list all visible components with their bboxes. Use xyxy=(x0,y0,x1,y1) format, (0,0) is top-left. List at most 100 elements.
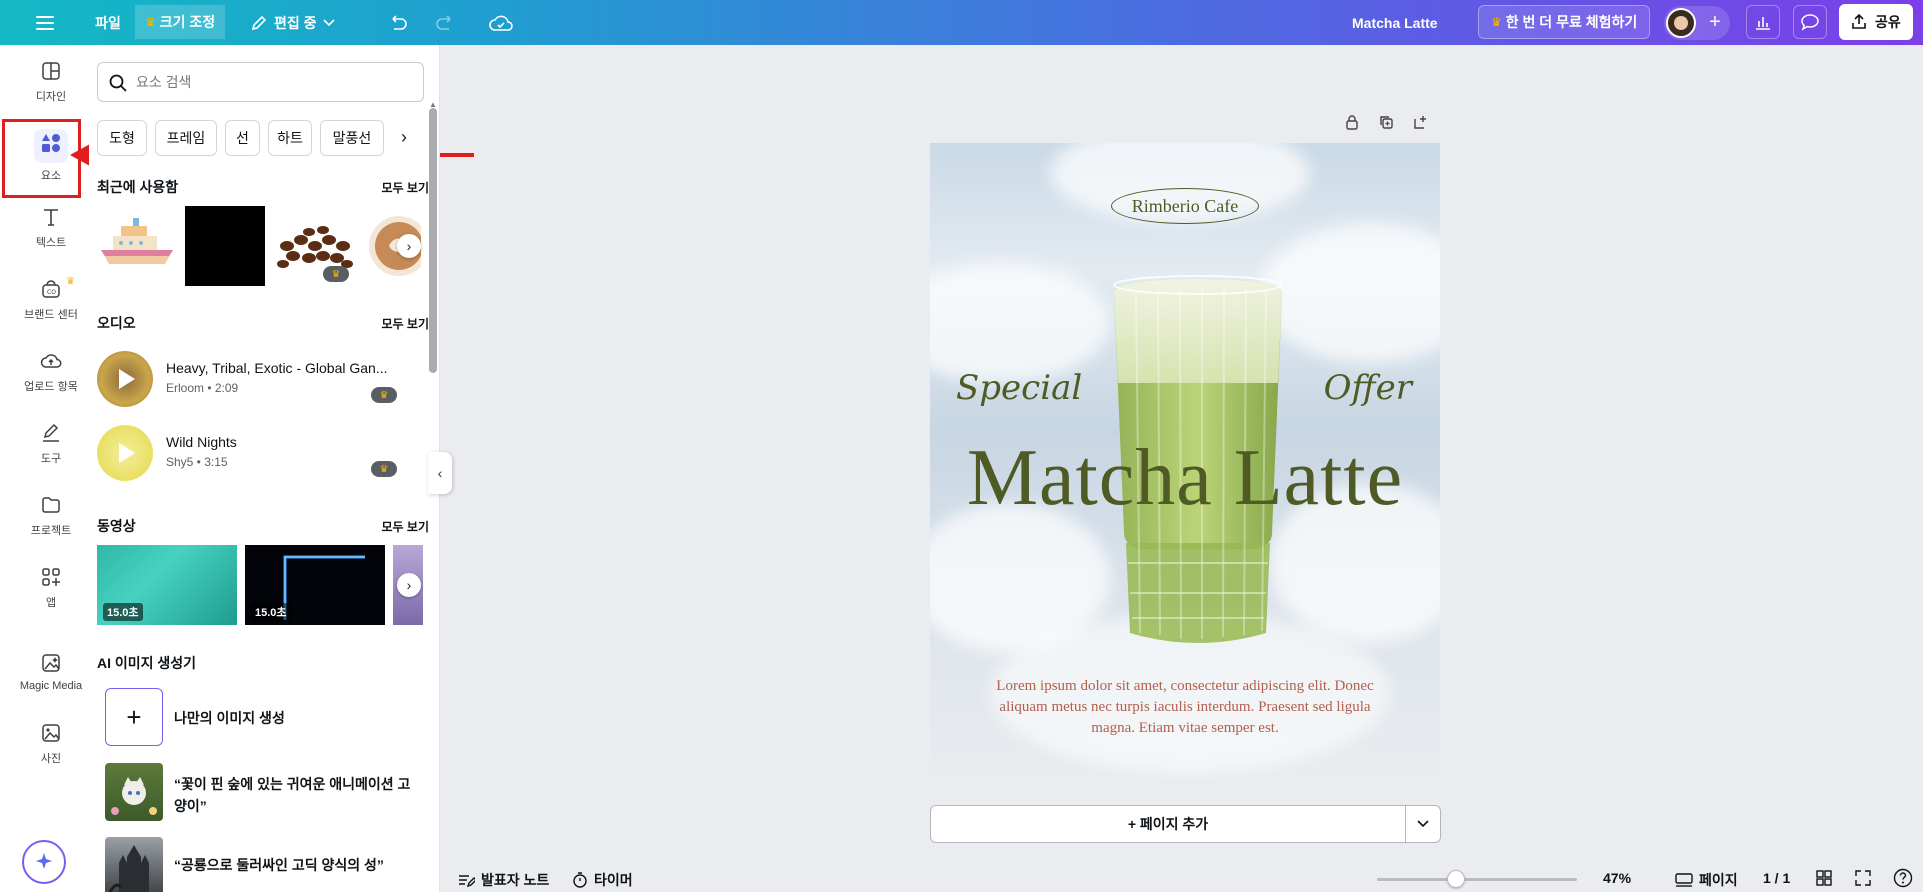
audio-track-meta: Erloom • 2:09 xyxy=(166,381,239,395)
zoom-slider-handle[interactable] xyxy=(1447,870,1465,888)
help-icon[interactable] xyxy=(1893,868,1913,888)
grid-view-icon[interactable] xyxy=(1816,870,1832,886)
collapse-panel-button[interactable]: ‹ xyxy=(428,452,452,494)
fullscreen-icon[interactable] xyxy=(1855,870,1871,886)
elements-panel: 요소 검색 도형 프레임 선 하트 말풍선 › 최근에 사용함 모두 보기 ♛ … xyxy=(89,45,440,892)
add-page-icon[interactable] xyxy=(1412,114,1428,130)
cafe-name[interactable]: Rimberio Cafe xyxy=(1111,188,1259,224)
zoom-slider-track[interactable] xyxy=(1377,878,1577,881)
rail-item-photos[interactable]: 사진 xyxy=(13,712,89,776)
share-button[interactable]: 공유 xyxy=(1839,4,1913,40)
rail-label: Magic Media xyxy=(19,680,83,692)
chip-frames[interactable]: 프레임 xyxy=(155,120,217,156)
avatar[interactable] xyxy=(1666,8,1696,38)
chip-lines[interactable]: 선 xyxy=(225,120,260,156)
recent-item-black-square[interactable] xyxy=(185,206,265,286)
add-page-button[interactable]: + 페이지 추가 xyxy=(931,806,1406,842)
recent-next-icon[interactable]: › xyxy=(397,234,421,258)
rail-item-magic-media[interactable]: Magic Media xyxy=(13,640,89,704)
cloud-saved-icon[interactable] xyxy=(486,0,516,45)
create-image-plus-icon[interactable]: + xyxy=(105,688,163,746)
panel-scrollbar[interactable] xyxy=(429,108,437,373)
editing-label: 편집 중 xyxy=(274,14,317,31)
menu-icon[interactable] xyxy=(28,0,62,45)
search-input[interactable]: 요소 검색 xyxy=(97,62,424,102)
annotation-arrow-head xyxy=(70,144,90,166)
presenter-notes-button[interactable]: 발표자 노트 xyxy=(457,870,549,890)
resize-button[interactable]: ♛ 크기 조정 xyxy=(135,5,226,39)
redo-icon[interactable] xyxy=(430,0,460,45)
recent-item-ship[interactable] xyxy=(97,206,177,286)
chip-hearts[interactable]: 하트 xyxy=(268,120,312,156)
rail-item-apps[interactable]: 앱 xyxy=(13,556,89,620)
video-item-water[interactable]: 15.0초 xyxy=(97,545,237,625)
file-menu[interactable]: 파일 xyxy=(86,0,130,45)
timer-button[interactable]: 타이머 xyxy=(572,870,633,890)
rail-label: 도구 xyxy=(40,453,62,465)
share-icon xyxy=(1852,14,1866,29)
rail-item-tools[interactable]: 도구 xyxy=(13,412,89,476)
rail-item-text[interactable]: 텍스트 xyxy=(13,196,89,260)
comment-icon[interactable] xyxy=(1793,5,1827,39)
lock-icon[interactable] xyxy=(1344,114,1360,130)
chip-shapes[interactable]: 도형 xyxy=(97,120,147,156)
page-count: 1 / 1 xyxy=(1763,870,1791,886)
document-title[interactable]: Matcha Latte xyxy=(1352,0,1438,45)
video-see-all[interactable]: 모두 보기 xyxy=(382,518,430,535)
free-trial-button[interactable]: ♛ 한 번 더 무료 체험하기 xyxy=(1478,5,1651,39)
editing-mode-dropdown[interactable]: 편집 중 xyxy=(250,0,335,45)
text-icon xyxy=(44,209,58,226)
pages-icon xyxy=(1675,873,1693,887)
rail-item-design[interactable]: 디자인 xyxy=(13,50,89,114)
undo-icon[interactable] xyxy=(383,0,413,45)
ai-sample-cat[interactable] xyxy=(105,763,163,821)
chip-speech-bubbles[interactable]: 말풍선 xyxy=(320,120,384,156)
add-page-dropdown[interactable] xyxy=(1406,806,1440,842)
sparkle-icon xyxy=(36,853,52,869)
magic-media-icon xyxy=(42,654,60,672)
zoom-level[interactable]: 47% xyxy=(1603,870,1631,886)
play-icon xyxy=(119,369,135,389)
premium-badge: ♛ xyxy=(371,461,397,477)
ai-prompt-cat[interactable]: “꽃이 핀 숲에 있는 귀여운 애니메이션 고양이” xyxy=(174,773,414,817)
audio-track-title[interactable]: Wild Nights xyxy=(166,434,406,450)
recent-see-all[interactable]: 모두 보기 xyxy=(382,179,430,196)
pages-button[interactable]: 페이지 xyxy=(1675,870,1738,890)
notes-icon xyxy=(459,875,475,888)
design-title[interactable]: Matcha Latte xyxy=(930,433,1440,524)
magic-assistant-button[interactable] xyxy=(22,840,66,884)
folder-icon xyxy=(42,497,60,513)
audio-track-title[interactable]: Heavy, Tribal, Exotic - Global Gan... xyxy=(166,360,406,376)
analytics-icon[interactable] xyxy=(1746,5,1780,39)
brand-icon: CO xyxy=(42,280,60,298)
video-item-neon[interactable]: 15.0초 xyxy=(245,545,385,625)
video-next-icon[interactable]: › xyxy=(397,573,421,597)
video-duration: 15.0초 xyxy=(251,603,291,621)
chips-next-icon[interactable]: › xyxy=(401,127,407,148)
rail-item-brand[interactable]: CO ♛ 브랜드 센터 xyxy=(13,268,89,332)
svg-text:CO: CO xyxy=(47,289,56,296)
ai-sample-castle[interactable] xyxy=(105,837,163,892)
rail-item-uploads[interactable]: 업로드 항목 xyxy=(13,340,89,404)
design-canvas[interactable]: Rimberio Cafe Special Offer Matcha Latte… xyxy=(930,143,1440,780)
offer-text[interactable]: Offer xyxy=(1324,368,1412,408)
duplicate-page-icon[interactable] xyxy=(1378,114,1394,130)
create-image-label[interactable]: 나만의 이미지 생성 xyxy=(174,708,285,728)
ai-prompt-castle[interactable]: “공룡으로 둘러싸인 고딕 양식의 성” xyxy=(174,855,414,875)
scroll-up-icon[interactable]: ▲ xyxy=(429,100,437,109)
add-collaborator-icon[interactable]: + xyxy=(1704,11,1726,33)
audio-see-all[interactable]: 모두 보기 xyxy=(382,315,430,332)
timer-icon xyxy=(573,872,587,888)
audio-track-thumbnail[interactable] xyxy=(97,425,153,481)
recent-item-coffee-beans[interactable]: ♛ xyxy=(273,206,353,286)
search-placeholder: 요소 검색 xyxy=(136,74,192,90)
premium-badge: ♛ xyxy=(323,266,349,282)
ai-title: AI 이미지 생성기 xyxy=(97,655,197,671)
audio-track-thumbnail[interactable] xyxy=(97,351,153,407)
rail-label: 프로젝트 xyxy=(30,525,72,537)
rail-item-projects[interactable]: 프로젝트 xyxy=(13,484,89,548)
photo-icon xyxy=(42,724,60,742)
pages-label: 페이지 xyxy=(1699,872,1738,888)
design-body-text[interactable]: Lorem ipsum dolor sit amet, consectetur … xyxy=(980,676,1390,739)
special-text[interactable]: Special xyxy=(956,368,1082,408)
